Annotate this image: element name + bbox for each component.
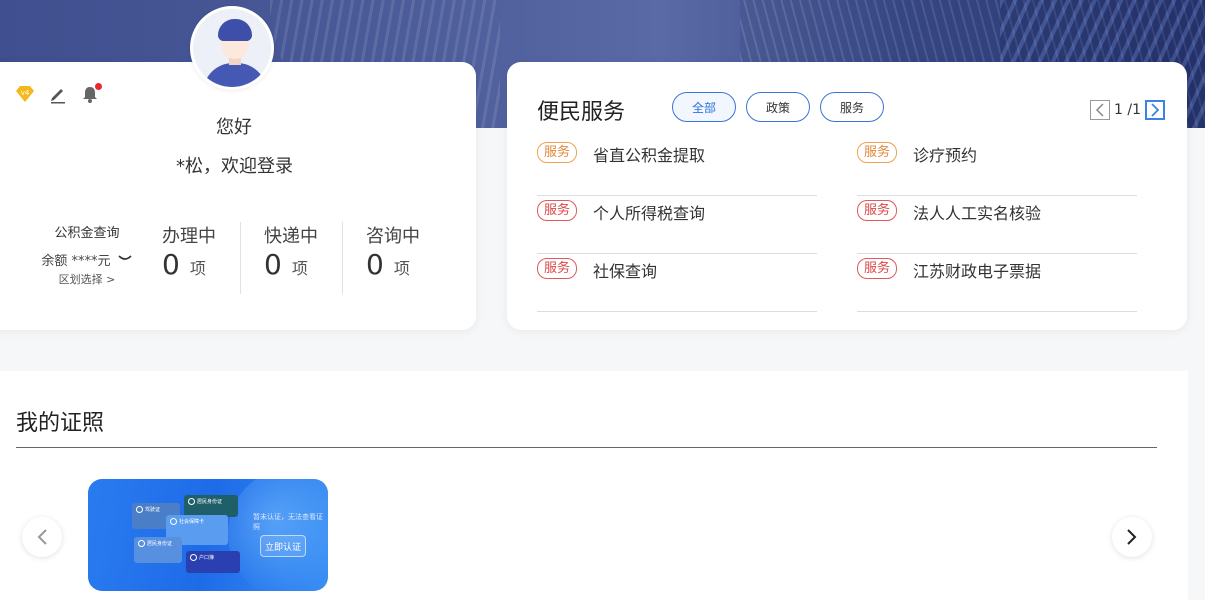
- filter-all[interactable]: 全部: [672, 92, 736, 122]
- chevron-left-icon: [1095, 103, 1104, 117]
- next-page-button[interactable]: [1144, 100, 1165, 120]
- gjj-balance-text: 余额 ****元: [41, 254, 111, 269]
- services-pager: 1 /1: [1090, 100, 1165, 120]
- service-item[interactable]: 服务 法人人工实名核验: [857, 200, 1137, 254]
- notification-dot: [95, 83, 102, 90]
- service-item[interactable]: 服务 江苏财政电子票据: [857, 258, 1137, 312]
- divider: [240, 222, 241, 294]
- user-icon-row: v4: [14, 83, 102, 104]
- stat-count: 0: [162, 248, 180, 281]
- filter-service[interactable]: 服务: [820, 92, 884, 122]
- bell-icon[interactable]: [80, 83, 102, 104]
- service-tag: 服务: [537, 142, 578, 163]
- service-name: 江苏财政电子票据: [913, 262, 1042, 281]
- eye-closed-icon[interactable]: [117, 252, 133, 267]
- verify-now-button[interactable]: 立即认证: [260, 535, 306, 557]
- filter-policy[interactable]: 政策: [746, 92, 810, 122]
- gjj-balance: 余额 ****元: [32, 250, 142, 269]
- certificate-auth-banner[interactable]: 驾驶证 居民身份证 社会保障卡 居民身份证 户口簿 暂未认证，无法查看证照 立即…: [88, 479, 328, 591]
- mini-card: 居民身份证: [184, 495, 238, 517]
- chevron-right-icon: [1151, 103, 1160, 117]
- carousel-next-button[interactable]: [1112, 517, 1152, 557]
- services-title: 便民服务: [537, 100, 626, 125]
- svg-text:v4: v4: [21, 89, 30, 97]
- stat-label: 咨询中: [366, 226, 420, 247]
- stat-count: 0: [366, 248, 384, 281]
- service-name: 诊疗预约: [913, 146, 978, 165]
- certificates-title: 我的证照: [16, 411, 105, 436]
- service-name: 省直公积金提取: [593, 146, 706, 165]
- area-select-link[interactable]: 区划选择 >: [32, 271, 142, 287]
- stat-unit: 项: [291, 259, 308, 278]
- mini-card: 居民身份证: [134, 537, 182, 563]
- service-tag: 服务: [857, 258, 898, 279]
- divider: [16, 447, 1157, 448]
- service-name: 社保查询: [593, 262, 658, 281]
- stat-unit: 项: [189, 259, 206, 278]
- greeting-text: 您好: [216, 117, 252, 138]
- service-item[interactable]: 服务 省直公积金提取: [537, 142, 817, 196]
- gjj-title: 公积金查询: [54, 226, 120, 241]
- chevron-left-icon: [37, 529, 47, 545]
- mini-card: 户口簿: [186, 551, 240, 573]
- stat-unit: 项: [393, 259, 410, 278]
- vip-badge-icon[interactable]: v4: [14, 85, 36, 103]
- service-tag: 服务: [537, 200, 578, 221]
- divider: [342, 222, 343, 294]
- stat-delivery[interactable]: 快递中 0项: [264, 222, 364, 294]
- service-name: 法人人工实名核验: [913, 204, 1042, 223]
- chevron-right-icon: [1127, 529, 1137, 545]
- prev-page-button[interactable]: [1090, 100, 1110, 120]
- service-tag: 服务: [857, 200, 898, 221]
- welcome-text: *松，欢迎登录: [176, 156, 293, 177]
- stat-label: 快递中: [264, 226, 318, 247]
- avatar[interactable]: [190, 6, 274, 90]
- service-item[interactable]: 服务 社保查询: [537, 258, 817, 312]
- service-tag: 服务: [537, 258, 578, 279]
- stat-consulting[interactable]: 咨询中 0项: [366, 222, 466, 294]
- certificate-slogan: 暂未认证，无法查看证照: [253, 513, 323, 531]
- service-tag: 服务: [857, 142, 898, 163]
- service-item[interactable]: 服务 个人所得税查询: [537, 200, 817, 254]
- service-name: 个人所得税查询: [593, 204, 706, 223]
- carousel-prev-button[interactable]: [22, 517, 62, 557]
- stat-count: 0: [264, 248, 282, 281]
- stat-processing[interactable]: 办理中 0项: [162, 222, 262, 294]
- service-item[interactable]: 服务 诊疗预约: [857, 142, 1137, 196]
- page-indicator: 1 /1: [1114, 102, 1141, 118]
- gjj-query[interactable]: 公积金查询 余额 ****元 区划选择 >: [32, 222, 142, 287]
- stat-label: 办理中: [162, 226, 216, 247]
- edit-icon[interactable]: [48, 84, 68, 104]
